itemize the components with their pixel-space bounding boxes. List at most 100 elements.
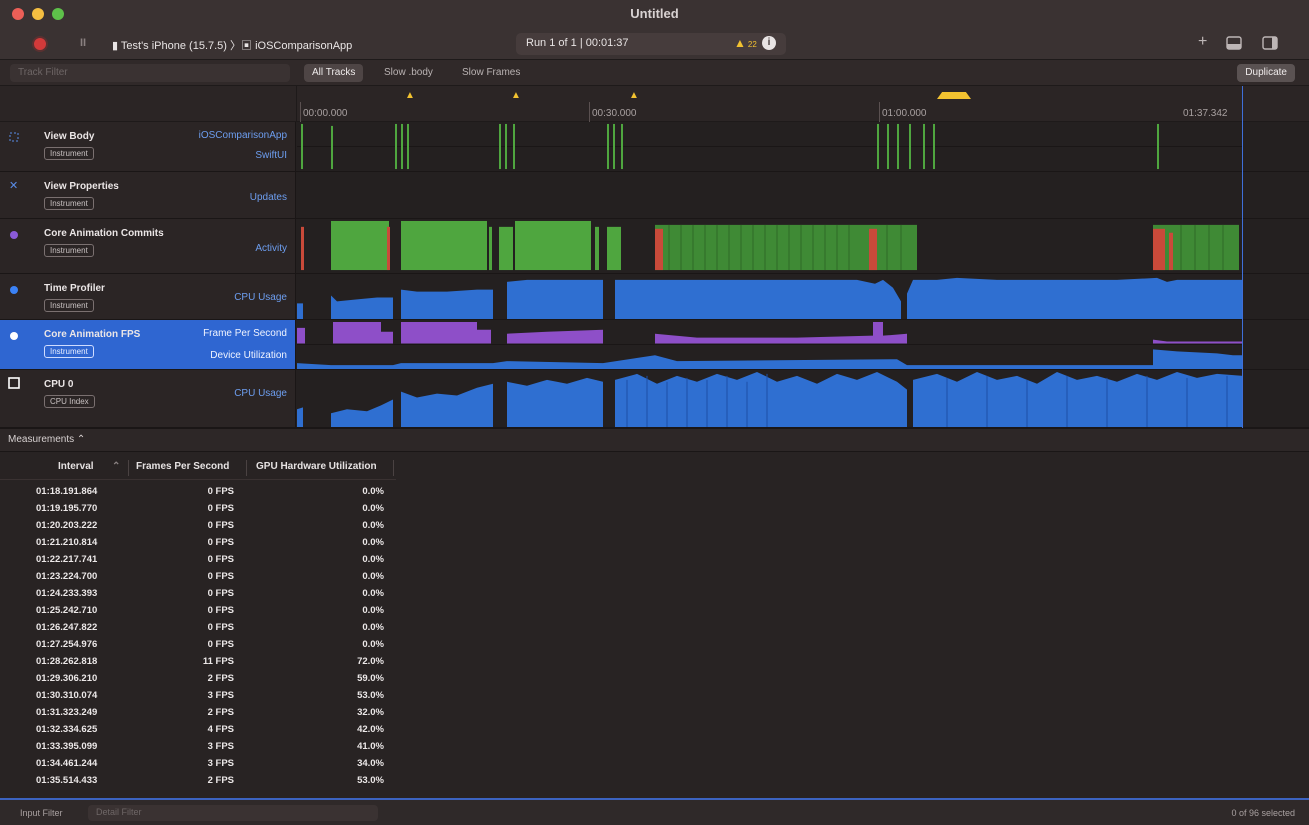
view-properties-graph[interactable] xyxy=(297,172,1243,218)
track-name: Core Animation Commits xyxy=(44,228,164,239)
table-row[interactable]: 01:20.203.222 0 FPS 0.0% xyxy=(0,518,396,534)
track-subtitle[interactable]: CPU Usage xyxy=(234,292,287,303)
track-subtitle[interactable]: SwiftUI xyxy=(255,150,287,161)
track-subtitle[interactable]: Device Utilization xyxy=(210,350,287,361)
duplicate-button[interactable]: Duplicate xyxy=(1237,64,1295,82)
track-filter-input[interactable]: Track Filter xyxy=(10,64,290,82)
tab-slow-body[interactable]: Slow .body xyxy=(376,64,441,82)
table-row[interactable]: 01:28.262.818 11 FPS 72.0% xyxy=(0,654,396,670)
track-header[interactable]: Core Animation FPS Instrument Frame Per … xyxy=(0,320,296,369)
track-subtitle[interactable]: Activity xyxy=(255,243,287,254)
cell-interval: 01:33.395.099 xyxy=(36,741,98,752)
cell-interval: 01:19.195.770 xyxy=(36,503,98,514)
cell-fps: 3 FPS xyxy=(207,741,234,752)
cell-fps: 3 FPS xyxy=(207,690,234,701)
cell-interval: 01:35.514.433 xyxy=(36,775,98,786)
cell-interval: 01:31.323.249 xyxy=(36,707,98,718)
track-badge: Instrument xyxy=(44,147,94,160)
column-header-fps[interactable]: Frames Per Second xyxy=(136,461,229,472)
toggle-detail-icon[interactable] xyxy=(1226,36,1242,53)
cell-interval: 01:27.254.976 xyxy=(36,639,98,650)
view-body-graph[interactable] xyxy=(297,122,1243,171)
cell-interval: 01:28.262.818 xyxy=(36,656,98,667)
core-animation-fps-graph[interactable] xyxy=(297,320,1243,369)
column-header-interval[interactable]: Interval xyxy=(58,461,94,472)
filter-bar: Track Filter All Tracks Slow .body Slow … xyxy=(0,60,1309,86)
track-subtitle[interactable]: Frame Per Second xyxy=(203,328,287,339)
table-row[interactable]: 01:33.395.099 3 FPS 41.0% xyxy=(0,739,396,755)
toggle-inspector-icon[interactable] xyxy=(1262,36,1278,53)
column-divider[interactable] xyxy=(246,460,247,476)
add-instrument-icon[interactable]: + xyxy=(1198,33,1207,51)
track-header[interactable]: View Body Instrument iOSComparisonApp Sw… xyxy=(0,122,296,171)
table-row[interactable]: 01:19.195.770 0 FPS 0.0% xyxy=(0,501,396,517)
track-header[interactable]: Core Animation Commits Instrument Activi… xyxy=(0,219,296,273)
cell-interval: 01:25.242.710 xyxy=(36,605,98,616)
tab-all-tracks[interactable]: All Tracks xyxy=(304,64,364,82)
cell-interval: 01:26.247.822 xyxy=(36,622,98,633)
track-header[interactable]: ✕ View Properties Instrument Updates xyxy=(0,172,296,218)
table-row[interactable]: 01:34.461.244 3 FPS 34.0% xyxy=(0,756,396,772)
table-row[interactable]: 01:26.247.822 0 FPS 0.0% xyxy=(0,620,396,636)
core-animation-commits-icon xyxy=(10,231,18,239)
table-row[interactable]: 01:35.514.433 2 FPS 53.0% xyxy=(0,773,396,789)
track-subtitle[interactable]: CPU Usage xyxy=(234,388,287,399)
warning-flag-icon[interactable]: ▲ xyxy=(405,90,415,101)
column-divider[interactable] xyxy=(393,460,394,476)
track-subtitle[interactable]: Updates xyxy=(250,192,287,203)
cell-fps: 0 FPS xyxy=(207,554,234,565)
table-row[interactable]: 01:32.334.625 4 FPS 42.0% xyxy=(0,722,396,738)
sort-chevron-icon[interactable]: ⌃ xyxy=(112,461,120,472)
table-row[interactable]: 01:31.323.249 2 FPS 32.0% xyxy=(0,705,396,721)
detail-view-selector[interactable]: Measurements ⌃ xyxy=(8,434,85,445)
inspection-head-line[interactable] xyxy=(1242,86,1243,428)
table-row[interactable]: 01:24.233.393 0 FPS 0.0% xyxy=(0,586,396,602)
warning-flag-icon[interactable] xyxy=(937,92,971,99)
track-header[interactable]: Time Profiler Instrument CPU Usage xyxy=(0,274,296,319)
pause-button[interactable]: II xyxy=(80,37,86,49)
target-device-selector[interactable]: ▮ Test's iPhone (15.7.5) 〉▣ iOSCompariso… xyxy=(112,37,352,53)
warning-indicator[interactable]: ▲ 22 xyxy=(734,36,757,50)
column-header-gpu-utilization[interactable]: GPU Hardware Utilization xyxy=(256,461,377,472)
info-icon[interactable]: i xyxy=(762,36,776,50)
table-row[interactable]: 01:18.191.864 0 FPS 0.0% xyxy=(0,484,396,500)
detail-filter-input[interactable]: Detail Filter xyxy=(88,805,378,821)
input-filter-label[interactable]: Input Filter xyxy=(20,808,63,818)
track-badge: Instrument xyxy=(44,299,94,312)
time-profiler-graph[interactable] xyxy=(297,274,1243,319)
core-animation-commits-graph[interactable] xyxy=(297,219,1243,273)
core-animation-fps-icon xyxy=(10,332,18,340)
column-divider[interactable] xyxy=(128,460,129,476)
warning-flag-icon[interactable]: ▲ xyxy=(629,90,639,101)
track-view-properties[interactable]: ✕ View Properties Instrument Updates xyxy=(0,172,1309,219)
measurements-table: 01:18.191.864 0 FPS 0.0% 01:19.195.770 0 FPS… xyxy=(0,484,396,794)
track-badge: Instrument xyxy=(44,345,94,358)
table-row[interactable]: 01:27.254.976 0 FPS 0.0% xyxy=(0,637,396,653)
table-row[interactable]: 01:21.210.814 0 FPS 0.0% xyxy=(0,535,396,551)
record-button[interactable] xyxy=(32,36,48,52)
track-header[interactable]: CPU 0 CPU Index CPU Usage xyxy=(0,370,296,427)
track-view-body[interactable]: View Body Instrument iOSComparisonApp Sw… xyxy=(0,122,1309,172)
ruler-tick xyxy=(300,102,301,122)
warning-count: 22 xyxy=(747,40,757,49)
track-core-animation-commits[interactable]: Core Animation Commits Instrument Activi… xyxy=(0,219,1309,274)
track-core-animation-fps[interactable]: Core Animation FPS Instrument Frame Per … xyxy=(0,320,1309,370)
table-row[interactable]: 01:30.310.074 3 FPS 53.0% xyxy=(0,688,396,704)
table-row[interactable]: 01:25.242.710 0 FPS 0.0% xyxy=(0,603,396,619)
cell-fps: 0 FPS xyxy=(207,639,234,650)
timeline-ruler[interactable]: 00:00.000 00:30.000 01:00.000 01:37.342 … xyxy=(296,86,1309,122)
cell-gpu-utilization: 0.0% xyxy=(362,520,384,531)
track-badge: Instrument xyxy=(44,244,94,257)
track-time-profiler[interactable]: Time Profiler Instrument CPU Usage xyxy=(0,274,1309,320)
cpu-0-graph[interactable] xyxy=(297,370,1243,427)
table-row[interactable]: 01:29.306.210 2 FPS 59.0% xyxy=(0,671,396,687)
warning-flag-icon[interactable]: ▲ xyxy=(511,90,521,101)
track-subtitle[interactable]: iOSComparisonApp xyxy=(199,130,287,141)
track-cpu-0[interactable]: CPU 0 CPU Index CPU Usage xyxy=(0,370,1309,428)
cell-interval: 01:20.203.222 xyxy=(36,520,98,531)
table-row[interactable]: 01:23.224.700 0 FPS 0.0% xyxy=(0,569,396,585)
toolbar: II ▮ Test's iPhone (15.7.5) 〉▣ iOSCompar… xyxy=(0,28,1309,60)
table-row[interactable]: 01:22.217.741 0 FPS 0.0% xyxy=(0,552,396,568)
cell-fps: 0 FPS xyxy=(207,503,234,514)
tab-slow-frames[interactable]: Slow Frames xyxy=(454,64,528,82)
